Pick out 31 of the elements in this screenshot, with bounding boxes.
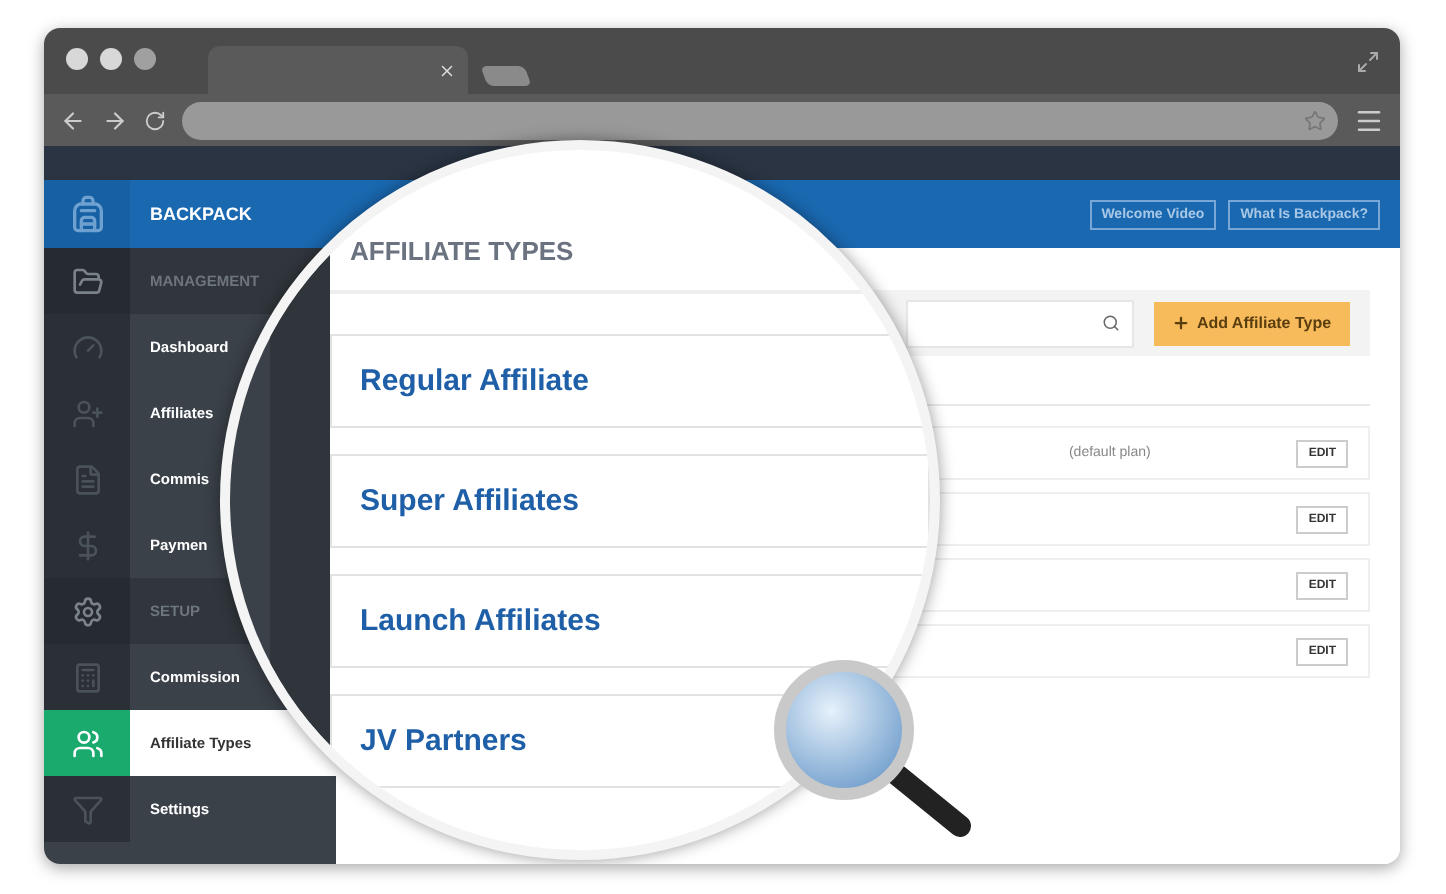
backpack-icon	[67, 194, 107, 234]
affiliate-type-name[interactable]: Launch Affiliates	[360, 604, 601, 638]
expand-icon[interactable]	[1356, 49, 1380, 73]
back-icon[interactable]	[60, 107, 86, 133]
add-affiliate-type-button[interactable]: Add Affiliate Type	[1154, 301, 1350, 345]
document-icon	[71, 463, 103, 495]
reload-icon[interactable]	[144, 109, 166, 131]
page-title: AFFILIATE TYPES	[350, 236, 576, 266]
affiliate-type-name[interactable]: Regular Affiliate	[360, 364, 589, 398]
gear-icon	[71, 595, 103, 627]
forward-icon[interactable]	[102, 107, 128, 133]
filter-icon	[71, 793, 103, 825]
brand-name: BACKPACK	[150, 204, 252, 224]
search-field[interactable]	[906, 299, 1134, 347]
user-plus-icon	[71, 397, 103, 429]
calculator-icon	[71, 661, 103, 693]
affiliate-type-name[interactable]: JV Partners	[360, 724, 527, 758]
users-icon	[71, 727, 103, 759]
affiliate-type-name[interactable]: Super Affiliates	[360, 484, 579, 518]
plus-icon	[1172, 314, 1191, 332]
gauge-icon	[71, 331, 103, 363]
folder-icon	[71, 265, 103, 297]
address-bar[interactable]	[182, 101, 1338, 139]
new-tab-button[interactable]	[480, 66, 532, 86]
window-dot[interactable]	[100, 48, 122, 70]
star-icon[interactable]	[1304, 109, 1326, 131]
search-icon	[1102, 314, 1120, 332]
window-dot[interactable]	[66, 48, 88, 70]
menu-icon[interactable]	[1354, 105, 1384, 135]
close-icon[interactable]	[438, 61, 456, 79]
window-dot[interactable]	[134, 48, 156, 70]
